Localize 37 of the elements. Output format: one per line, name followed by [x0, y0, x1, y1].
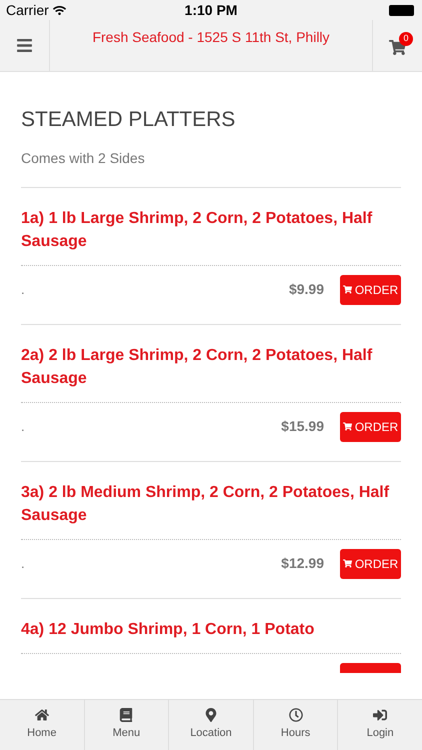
cart-icon	[342, 285, 352, 294]
restaurant-title: Fresh Seafood - 1525 S 11th St, Philly	[92, 28, 330, 47]
item-name: 2a) 2 lb Large Shrimp, 2 Corn, 2 Potatoes, Half Sausage	[21, 346, 374, 388]
order-button[interactable]	[340, 662, 401, 672]
home-icon	[34, 708, 49, 722]
clock-icon	[288, 708, 303, 722]
section-subtitle: Comes with 2 Sides	[21, 148, 146, 168]
item-note: .	[21, 554, 25, 573]
section-title: STEAMED PLATTERS	[21, 107, 236, 133]
order-button[interactable]: ORDER	[340, 274, 401, 304]
cart-button[interactable]: 0	[372, 20, 422, 71]
item-name: 3a) 2 lb Medium Shrimp, 2 Corn, 2 Potatoes, Half Sausage	[21, 482, 390, 526]
tab-button[interactable]: Home	[0, 700, 84, 750]
item-price: $15.99	[281, 417, 324, 436]
item-note: .	[21, 418, 25, 436]
carrier-label: Carrier	[6, 0, 49, 20]
cart-count-badge: 0	[399, 32, 413, 46]
menu-icon	[16, 37, 33, 54]
item-name: 4a) 12 Jumbo Shrimp, 1 Corn, 1 Potato	[21, 620, 316, 640]
status-time: 1:10 PM	[184, 0, 238, 20]
order-button[interactable]: ORDER	[340, 412, 401, 442]
order-button[interactable]: ORDER	[340, 548, 401, 578]
item-note: .	[21, 280, 25, 299]
tab-button[interactable]: Hours	[252, 700, 338, 750]
cart-icon	[342, 422, 352, 431]
tab-button[interactable]: Location	[168, 700, 253, 750]
sign-in-icon	[373, 708, 388, 722]
cart-icon	[342, 559, 352, 568]
tab-button[interactable]: Menu	[84, 700, 168, 750]
item-name: 1a) 1 lb Large Shrimp, 2 Corn, 2 Potatoes, Half Sausage	[21, 208, 374, 252]
battery-icon	[389, 4, 414, 16]
item-price: $12.99	[281, 554, 324, 573]
map-pin-icon	[204, 708, 218, 722]
book-icon	[119, 708, 134, 722]
wifi-icon	[52, 4, 66, 16]
tab-button[interactable]: Login	[337, 700, 422, 750]
item-price: $9.99	[288, 280, 324, 299]
